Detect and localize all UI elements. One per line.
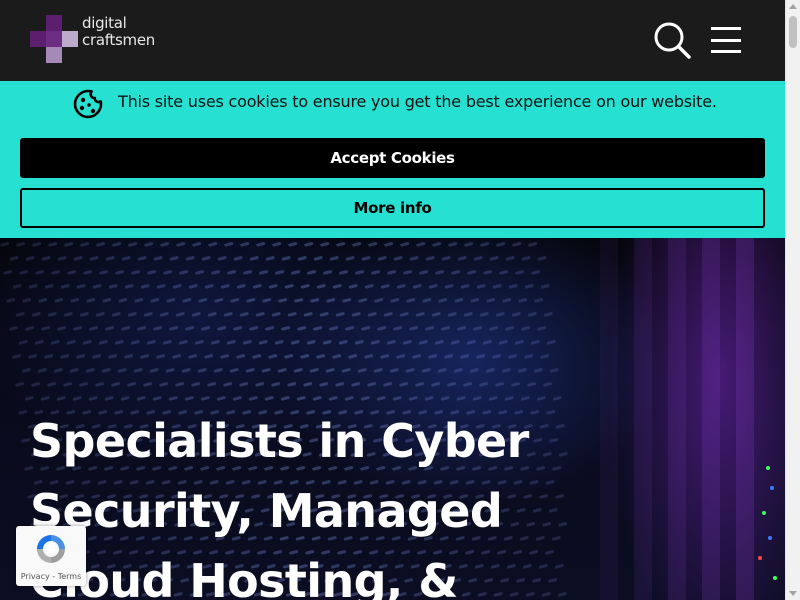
recaptcha-privacy-link[interactable]: Privacy <box>21 572 50 581</box>
cookie-icon <box>73 89 103 119</box>
accept-cookies-button[interactable]: Accept Cookies <box>20 138 765 178</box>
site-logo[interactable]: digital craftsmen <box>30 15 170 65</box>
search-button[interactable] <box>652 20 692 60</box>
page-scrollbar[interactable] <box>785 0 800 600</box>
cookie-banner: This site uses cookies to ensure you get… <box>0 81 785 238</box>
hamburger-menu-icon <box>711 27 741 53</box>
recaptcha-links: Privacy - Terms <box>16 572 86 581</box>
scroll-up-arrow-icon[interactable] <box>789 4 797 9</box>
logo-text: digital craftsmen <box>82 15 155 49</box>
recaptcha-icon <box>37 535 65 563</box>
more-info-button[interactable]: More info <box>20 188 765 228</box>
logo-text-line2: craftsmen <box>82 31 155 49</box>
site-header: digital craftsmen <box>0 0 785 81</box>
recaptcha-separator: - <box>49 572 58 581</box>
search-icon <box>654 22 691 59</box>
recaptcha-terms-link[interactable]: Terms <box>58 572 82 581</box>
logo-text-line1: digital <box>82 14 127 32</box>
cookie-message: This site uses cookies to ensure you get… <box>118 92 717 111</box>
scroll-thumb[interactable] <box>789 16 797 48</box>
hero-section: Specialists in Cyber Security, Managed C… <box>0 238 785 600</box>
scroll-down-arrow-icon[interactable] <box>789 591 797 596</box>
menu-button[interactable] <box>708 22 744 58</box>
recaptcha-badge[interactable]: Privacy - Terms <box>16 526 86 586</box>
logo-mark <box>30 15 78 63</box>
hero-title: Specialists in Cyber Security, Managed C… <box>30 414 529 600</box>
